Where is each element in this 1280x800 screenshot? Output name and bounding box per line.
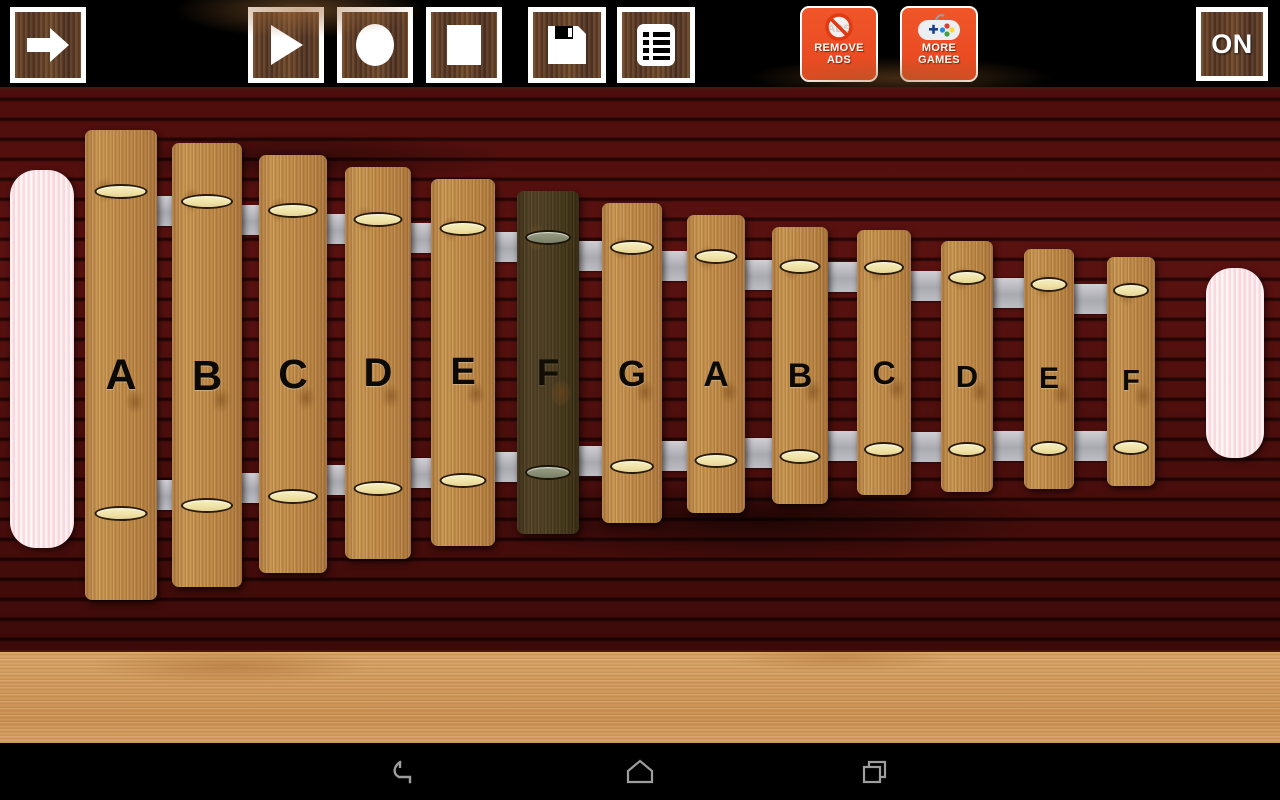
stop-square-icon	[447, 25, 481, 65]
bar-slot-top	[525, 230, 571, 245]
xylophone-bar-d-3[interactable]: D	[345, 167, 411, 559]
bar-note-label: F	[536, 352, 560, 393]
bar-note-label: C	[278, 351, 308, 397]
bar-slot-top	[439, 221, 487, 236]
recents-icon	[862, 760, 887, 783]
mallet-right[interactable]	[1206, 268, 1264, 458]
save-button-surface	[533, 12, 601, 78]
gamepad-icon	[918, 14, 960, 40]
bar-slot-bottom	[181, 498, 233, 513]
exit-button[interactable]	[10, 7, 86, 83]
play-icon	[271, 25, 303, 65]
bar-slot-top	[864, 260, 904, 275]
more-games-button[interactable]: MORE GAMES	[900, 6, 978, 82]
remove-ads-button[interactable]: ADS REMOVE ADS	[800, 6, 878, 82]
bar-note-label: E	[450, 351, 476, 393]
xylophone-bar-e-4[interactable]: E	[431, 179, 495, 546]
exit-button-surface	[15, 12, 81, 78]
bar-slot-bottom	[694, 453, 738, 468]
bar-slot-top	[94, 184, 148, 199]
bar-slot-top	[1113, 283, 1149, 298]
sound-toggle-surface: ON	[1201, 12, 1263, 76]
bar-note-label: A	[105, 351, 137, 399]
stop-button-surface	[431, 12, 497, 78]
remove-ads-label-line2: ADS	[826, 54, 852, 66]
list-button-surface	[622, 12, 690, 78]
play-button-surface	[253, 12, 319, 78]
bar-note-label: B	[191, 352, 223, 399]
back-arrow-icon	[393, 759, 412, 783]
bar-note-label: E	[1038, 362, 1059, 395]
xylophone-app: ADS REMOVE ADS MORE GAMES ON	[0, 0, 1280, 800]
bar-slot-top	[353, 212, 403, 227]
xylophone-bar-a-0[interactable]: A	[85, 130, 157, 600]
top-toolbar: ADS REMOVE ADS MORE GAMES ON	[0, 0, 1280, 90]
bar-note-label: A	[703, 355, 729, 394]
bar-slot-bottom	[94, 506, 148, 521]
bar-slot-bottom	[1113, 440, 1149, 455]
android-navigation-bar	[0, 743, 1280, 800]
nav-back-button[interactable]	[375, 750, 435, 794]
bar-slot-top	[1030, 277, 1068, 292]
xylophone-bar-c-9[interactable]: C	[857, 230, 911, 495]
bar-slot-bottom	[525, 465, 571, 480]
play-button[interactable]	[248, 7, 324, 83]
bar-slot-bottom	[268, 489, 318, 504]
bar-slot-top	[610, 240, 654, 255]
save-button[interactable]	[528, 7, 606, 83]
bar-note-label: F	[1122, 365, 1140, 397]
nav-home-button[interactable]	[610, 750, 670, 794]
bar-note-label: D	[955, 359, 979, 394]
xylophone-bar-a-7[interactable]: A	[687, 215, 745, 513]
bar-slot-top	[779, 259, 821, 274]
bar-slot-bottom	[864, 442, 904, 457]
xylophone-bar-c-2[interactable]: C	[259, 155, 327, 573]
nav-recents-button[interactable]	[845, 750, 905, 794]
bottom-ledge	[0, 650, 1280, 743]
bar-slot-bottom	[1030, 441, 1068, 456]
bar-note-label: B	[787, 357, 813, 395]
arrow-right-icon	[27, 28, 69, 62]
bar-slot-top	[181, 194, 233, 209]
bar-slot-bottom	[439, 473, 487, 488]
bar-slot-bottom	[948, 442, 986, 457]
record-circle-icon	[356, 24, 394, 66]
xylophone-bar-e-11[interactable]: E	[1024, 249, 1074, 489]
more-games-label-line1: MORE	[921, 42, 957, 54]
xylophone-bar-b-8[interactable]: B	[772, 227, 828, 504]
bar-note-label: D	[363, 351, 393, 395]
more-games-label-line2: GAMES	[918, 54, 960, 66]
bar-slot-bottom	[353, 481, 403, 496]
floppy-disk-icon	[548, 26, 586, 64]
bar-slot-top	[694, 249, 738, 264]
xylophone-bar-g-6[interactable]: G	[602, 203, 662, 523]
sound-toggle-label: ON	[1211, 28, 1253, 59]
bar-slot-top	[268, 203, 318, 218]
xylophone-bar-f-5[interactable]: F	[517, 191, 579, 534]
xylophone-bar-b-1[interactable]: B	[172, 143, 242, 587]
remove-ads-label-line1: REMOVE	[814, 42, 864, 54]
bar-slot-bottom	[779, 449, 821, 464]
record-button-surface	[342, 12, 408, 78]
bar-note-label: G	[617, 353, 646, 394]
record-button[interactable]	[337, 7, 413, 83]
stop-button[interactable]	[426, 7, 502, 83]
xylophone-stage: ABCDEFGABCDEF	[0, 90, 1280, 650]
xylophone-bar-d-10[interactable]: D	[941, 241, 993, 492]
no-ads-icon: ADS	[825, 13, 853, 41]
bar-slot-bottom	[610, 459, 654, 474]
bar-note-label: C	[872, 355, 896, 391]
home-icon	[626, 759, 654, 783]
list-icon	[637, 24, 675, 66]
xylophone-bar-f-12[interactable]: F	[1107, 257, 1155, 486]
sound-on-off-button[interactable]: ON	[1196, 7, 1268, 81]
mallet-left[interactable]	[10, 170, 74, 548]
list-button[interactable]	[617, 7, 695, 83]
bar-slot-top	[948, 270, 986, 285]
